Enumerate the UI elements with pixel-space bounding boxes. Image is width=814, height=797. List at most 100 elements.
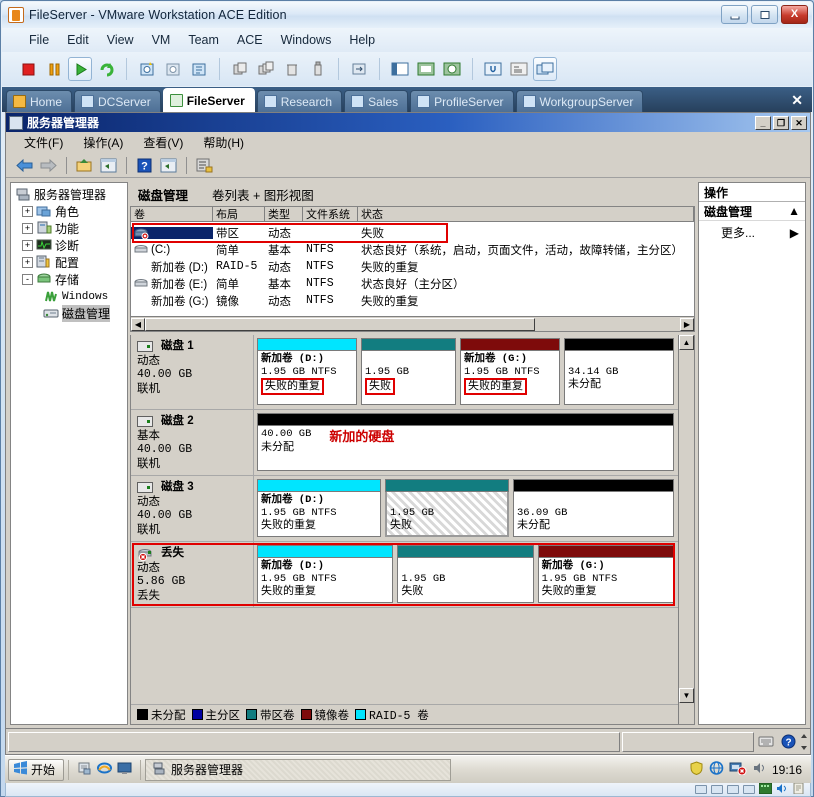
volume-list-horizontal-scrollbar[interactable]: ◀ ▶: [131, 316, 694, 331]
tab-dcserver[interactable]: DCServer: [74, 90, 161, 112]
partition[interactable]: 新加卷 (G:) 1.95 GB NTFS 失败的重复: [460, 338, 560, 405]
table-row[interactable]: 带区 动态 失败: [131, 224, 694, 241]
partition[interactable]: 1.95 GB 失败: [385, 479, 509, 537]
partition[interactable]: 新加卷 (D:) 1.95 GB NTFS 失败的重复: [257, 338, 357, 405]
column-header-filesystem[interactable]: 文件系统: [303, 207, 358, 222]
expander-icon[interactable]: -: [22, 274, 33, 285]
table-row[interactable]: 新加卷 (D:) RAID-5 动态 NTFS 失败的重复: [131, 258, 694, 275]
table-row[interactable]: 新加卷 (E:) 简单 基本 NTFS 状态良好（主分区）: [131, 275, 694, 292]
sidebar-item-disk-management[interactable]: 磁盘管理: [15, 305, 127, 322]
mmc-menu-file[interactable]: 文件(F): [14, 132, 73, 153]
tree-root[interactable]: 服务器管理器: [15, 186, 127, 203]
partition[interactable]: 新加卷 (D:) 1.95 GB NTFS 失败的重复: [257, 479, 381, 537]
expander-icon[interactable]: +: [22, 240, 33, 251]
settings-icon[interactable]: [481, 57, 505, 81]
snapshot-take-icon[interactable]: [135, 57, 159, 81]
network-icon[interactable]: [709, 761, 724, 778]
desktop-icon[interactable]: [117, 761, 132, 778]
sidebar-item-storage[interactable]: - 存储: [15, 271, 127, 288]
navigation-tree[interactable]: 服务器管理器 + 角色 + 功能 + 诊断 + 配置 - 存储 Windows …: [10, 182, 128, 725]
scroll-right-button[interactable]: ▶: [680, 317, 694, 331]
tab-sales[interactable]: Sales: [344, 90, 409, 112]
minimize-button[interactable]: [721, 5, 748, 24]
document-device-icon[interactable]: [793, 782, 804, 797]
actions-section-disk-management[interactable]: 磁盘管理 ▲: [699, 202, 805, 221]
delete-vm-icon[interactable]: [280, 57, 304, 81]
device-icon[interactable]: [727, 785, 739, 794]
volume-list[interactable]: 卷 布局 类型 文件系统 状态 带区 动态 失败 (C:) 简单 基本 NTFS…: [130, 206, 695, 332]
mmc-menu-action[interactable]: 操作(A): [73, 132, 133, 153]
menu-help[interactable]: Help: [340, 30, 384, 50]
snapshot-revert-icon[interactable]: [161, 57, 185, 81]
tab-profileserver[interactable]: ProfileServer: [410, 90, 514, 112]
tab-home[interactable]: Home: [6, 90, 73, 112]
mmc-menu-view[interactable]: 查看(V): [133, 132, 193, 153]
network-alert-icon[interactable]: [729, 761, 747, 778]
network-device-icon[interactable]: [758, 782, 773, 797]
disk-row[interactable]: 磁盘 1 动态 40.00 GB 联机 新加卷 (D:) 1.95 GB NTF…: [131, 335, 678, 410]
expander-icon[interactable]: +: [22, 223, 33, 234]
taskbar-window-button[interactable]: 服务器管理器: [145, 758, 452, 781]
back-arrow-icon[interactable]: [14, 155, 35, 175]
partition[interactable]: 1.95 GB 失败: [397, 545, 534, 603]
volume-muted-icon[interactable]: [752, 761, 767, 778]
table-row[interactable]: 新加卷 (G:) 镜像 动态 NTFS 失败的重复: [131, 292, 694, 309]
clock[interactable]: 19:16: [772, 763, 802, 777]
help-icon[interactable]: ?: [778, 732, 798, 752]
expander-icon[interactable]: +: [22, 206, 33, 217]
suspend-icon[interactable]: [42, 57, 66, 81]
show-hide-tree-icon[interactable]: [98, 155, 119, 175]
partition[interactable]: 1.95 GB 失败: [361, 338, 456, 405]
clone-icon[interactable]: [228, 57, 252, 81]
scroll-down-button[interactable]: ▼: [679, 688, 694, 703]
disk-row[interactable]: 磁盘 2 基本 40.00 GB 联机 40.00 GB 未分配 新加的硬盘: [131, 410, 678, 476]
snapshot-manager-icon[interactable]: [187, 57, 211, 81]
show-desktop-icon[interactable]: [77, 761, 92, 778]
sidebar-item-diagnostics[interactable]: + 诊断: [15, 237, 127, 254]
sidebar-item-windows-backup[interactable]: Windows: [15, 288, 127, 305]
partition[interactable]: 新加卷 (D:) 1.95 GB NTFS 失败的重复: [257, 545, 394, 603]
tab-workgroupserver[interactable]: WorkgroupServer: [515, 90, 644, 112]
connect-icon[interactable]: [347, 57, 371, 81]
partition[interactable]: 36.09 GB 未分配: [513, 479, 674, 537]
menu-windows[interactable]: Windows: [272, 30, 341, 50]
start-button[interactable]: 开始: [8, 758, 65, 781]
mmc-restore-button[interactable]: ❐: [773, 116, 789, 130]
menu-edit[interactable]: Edit: [58, 30, 98, 50]
internet-explorer-icon[interactable]: [97, 761, 113, 778]
expander-icon[interactable]: +: [22, 257, 33, 268]
clone-multiple-icon[interactable]: [254, 57, 278, 81]
close-tab-button[interactable]: ✕: [791, 92, 812, 112]
close-button[interactable]: X: [781, 5, 808, 24]
partition[interactable]: 40.00 GB 未分配 新加的硬盘: [257, 413, 674, 471]
usb-device-icon[interactable]: [306, 57, 330, 81]
graphical-view-scrollbar[interactable]: ▲ ▼: [678, 335, 694, 724]
sidebar-item-features[interactable]: + 功能: [15, 220, 127, 237]
mmc-menu-help[interactable]: 帮助(H): [193, 132, 254, 153]
unity-icon[interactable]: [440, 57, 464, 81]
menu-file[interactable]: File: [20, 30, 58, 50]
scroll-up-button[interactable]: ▲: [679, 335, 694, 350]
help-icon[interactable]: ?: [134, 155, 155, 175]
chevron-up-icon[interactable]: ▲: [788, 204, 800, 218]
tab-fileserver[interactable]: FileServer: [162, 88, 255, 112]
disk-row-lost[interactable]: 丢失 动态 5.86 GB 丢失 新加卷 (D:) 1.95 GB NTFS 失…: [131, 542, 678, 608]
maximize-button[interactable]: [751, 5, 778, 24]
mmc-minimize-button[interactable]: _: [755, 116, 771, 130]
menu-ace[interactable]: ACE: [228, 30, 272, 50]
column-header-layout[interactable]: 布局: [213, 207, 265, 222]
column-header-volume[interactable]: 卷: [131, 207, 213, 222]
disk-row[interactable]: 磁盘 3 动态 40.00 GB 联机 新加卷 (D:) 1.95 GB NTF…: [131, 476, 678, 542]
menu-team[interactable]: Team: [179, 30, 228, 50]
forward-arrow-icon[interactable]: [38, 155, 59, 175]
refresh-icon[interactable]: [194, 155, 215, 175]
column-header-type[interactable]: 类型: [265, 207, 303, 222]
scroll-left-button[interactable]: ◀: [131, 317, 145, 331]
device-icon[interactable]: [711, 785, 723, 794]
power-on-icon[interactable]: [68, 57, 92, 81]
action-more[interactable]: 更多... ▶: [699, 221, 805, 244]
power-off-icon[interactable]: [16, 57, 40, 81]
summary-icon[interactable]: [507, 57, 531, 81]
scrollbar-thumb[interactable]: [145, 317, 535, 331]
device-icon[interactable]: [695, 785, 707, 794]
